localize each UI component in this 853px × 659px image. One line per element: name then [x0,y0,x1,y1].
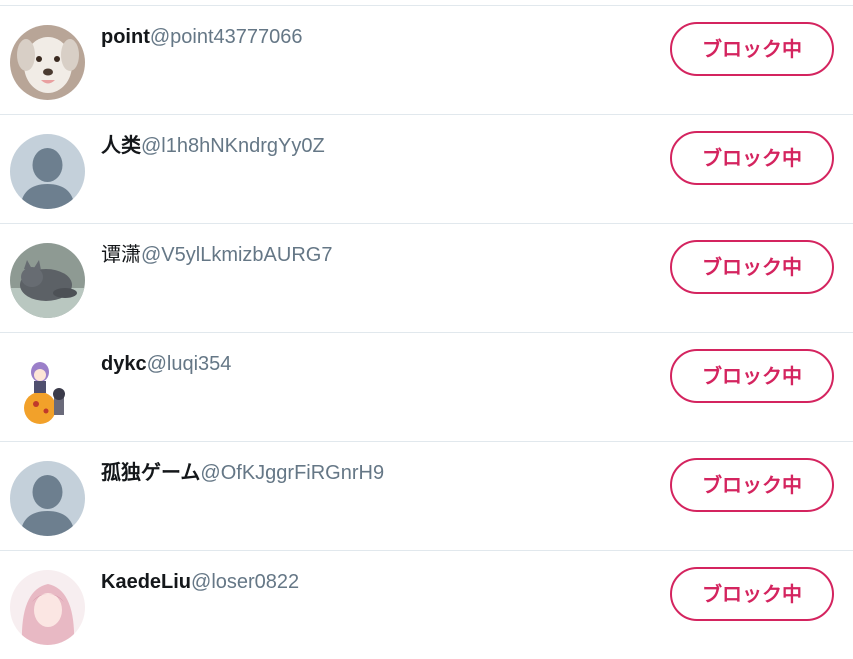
blocking-button[interactable]: ブロック中 [670,567,834,621]
user-row: 孤独ゲーム@OfKJggrFiRGnrH9 ブロック中 [0,441,853,550]
blocking-button[interactable]: ブロック中 [670,349,834,403]
display-name[interactable]: point [101,26,150,48]
user-handle[interactable]: @l1h8hNKndrgYy0Z [141,135,325,157]
user-names: 人类@l1h8hNKndrgYy0Z [101,134,325,158]
anime-character-icon [10,352,85,427]
blocking-button[interactable]: ブロック中 [670,458,834,512]
avatar[interactable] [10,570,85,645]
user-row: 人类@l1h8hNKndrgYy0Z ブロック中 [0,114,853,223]
user-names: 谭潇@V5ylLkmizbAURG7 [101,243,332,267]
avatar[interactable] [10,134,85,209]
blocking-button[interactable]: ブロック中 [670,240,834,294]
blocking-button[interactable]: ブロック中 [670,131,834,185]
dog-photo-icon [10,25,85,100]
user-names: point@point43777066 [101,25,303,49]
display-name[interactable]: 谭潇 [101,244,141,266]
default-profile-icon [10,134,85,209]
display-name[interactable]: 孤独ゲーム [101,462,200,484]
user-handle[interactable]: @V5ylLkmizbAURG7 [141,244,332,266]
user-row: dykc@luqi354 ブロック中 [0,332,853,441]
user-row: 谭潇@V5ylLkmizbAURG7 ブロック中 [0,223,853,332]
user-row: KaedeLiu@loser0822 ブロック中 [0,550,853,659]
user-handle[interactable]: @OfKJggrFiRGnrH9 [200,462,384,484]
avatar[interactable] [10,25,85,100]
avatar[interactable] [10,243,85,318]
user-handle[interactable]: @loser0822 [191,571,299,593]
blocking-button[interactable]: ブロック中 [670,22,834,76]
display-name[interactable]: 人类 [101,135,141,157]
avatar[interactable] [10,352,85,427]
user-row: point@point43777066 ブロック中 [0,5,853,114]
blocked-users-list: point@point43777066 ブロック中 人类@l1h8hNKndrg… [0,5,853,659]
cat-photo-icon [10,243,85,318]
avatar[interactable] [10,461,85,536]
user-handle[interactable]: @luqi354 [147,353,232,375]
user-names: 孤独ゲーム@OfKJggrFiRGnrH9 [101,461,384,485]
user-names: dykc@luqi354 [101,352,231,376]
display-name[interactable]: dykc [101,353,147,375]
user-handle[interactable]: @point43777066 [150,26,303,48]
anime-girl-icon [10,570,85,645]
display-name[interactable]: KaedeLiu [101,571,191,593]
user-names: KaedeLiu@loser0822 [101,570,299,594]
default-profile-icon [10,461,85,536]
